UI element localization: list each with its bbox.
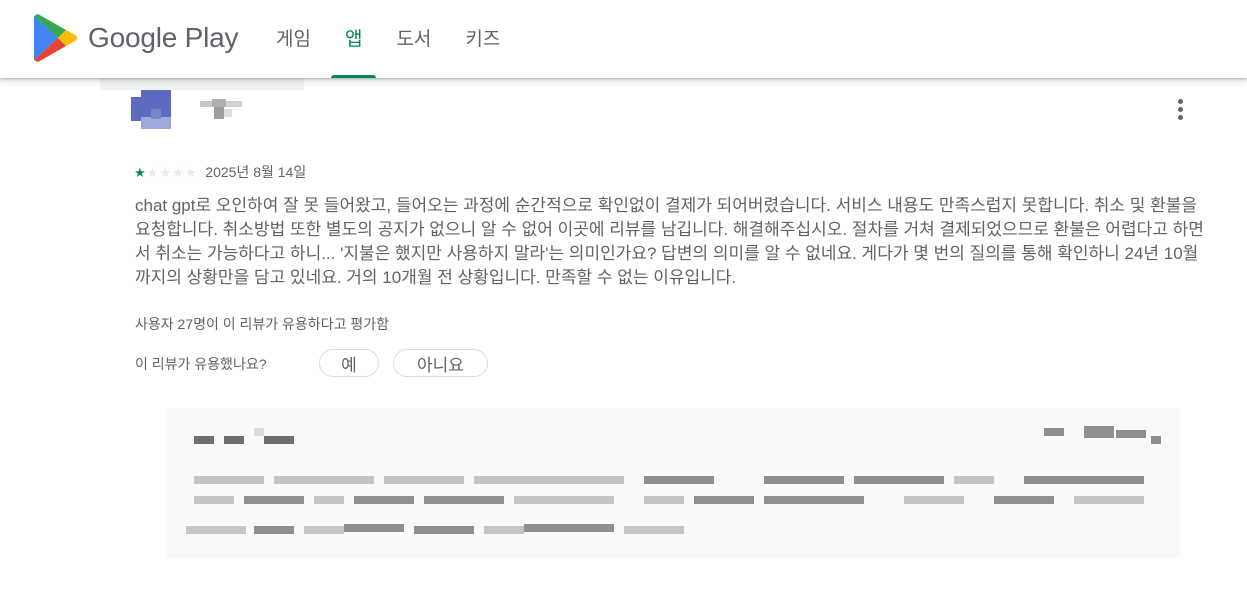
tab-apps[interactable]: 앱 <box>330 0 377 78</box>
subnav-strip <box>100 78 304 90</box>
review-date: 2025년 8월 14일 <box>205 164 307 180</box>
avatar <box>131 89 171 129</box>
helpful-yes-button[interactable]: 예 <box>319 349 379 377</box>
review-text: chat gpt로 오인하여 잘 못 들어왔고, 들어오는 과정에 순간적으로 … <box>135 196 1204 287</box>
star-icon: ★ <box>159 164 171 180</box>
top-app-bar: Google Play 게임 앱 도서 키즈 <box>0 0 1247 78</box>
tab-label: 도서 <box>396 29 432 50</box>
brand-name: Google Play <box>88 22 239 53</box>
star-rating: ★ ★ ★ ★ ★ <box>134 166 196 179</box>
tab-books[interactable]: 도서 <box>382 0 445 78</box>
helpful-no-button[interactable]: 아니요 <box>393 349 488 377</box>
tab-label: 키즈 <box>465 29 501 50</box>
tab-label: 앱 <box>344 29 363 50</box>
tab-kids[interactable]: 키즈 <box>451 0 514 78</box>
tab-games[interactable]: 게임 <box>262 0 325 78</box>
main-nav: 게임 앱 도서 키즈 <box>262 0 520 78</box>
google-play-logo[interactable]: Google Play <box>32 14 239 62</box>
more-vert-icon <box>1177 98 1183 104</box>
developer-response-blurred <box>166 408 1180 558</box>
helpful-count: 사용자 27명이 이 리뷰가 유용하다고 평가함 <box>135 316 389 332</box>
star-icon: ★ <box>134 164 146 180</box>
star-icon: ★ <box>171 164 184 180</box>
google-play-icon <box>34 14 77 62</box>
tab-label: 게임 <box>276 29 311 50</box>
more-options-button[interactable] <box>1166 94 1194 124</box>
helpful-question: 이 리뷰가 유용했나요? <box>135 356 267 372</box>
star-icon: ★ <box>184 164 197 180</box>
rating-row: ★ ★ ★ ★ ★ 2025년 8월 14일 <box>134 162 306 182</box>
review-card: ★ ★ ★ ★ ★ 2025년 8월 14일 chat gpt로 오인하여 잘 … <box>0 0 1247 616</box>
author-name-blurred <box>200 97 244 121</box>
star-icon: ★ <box>146 164 159 180</box>
